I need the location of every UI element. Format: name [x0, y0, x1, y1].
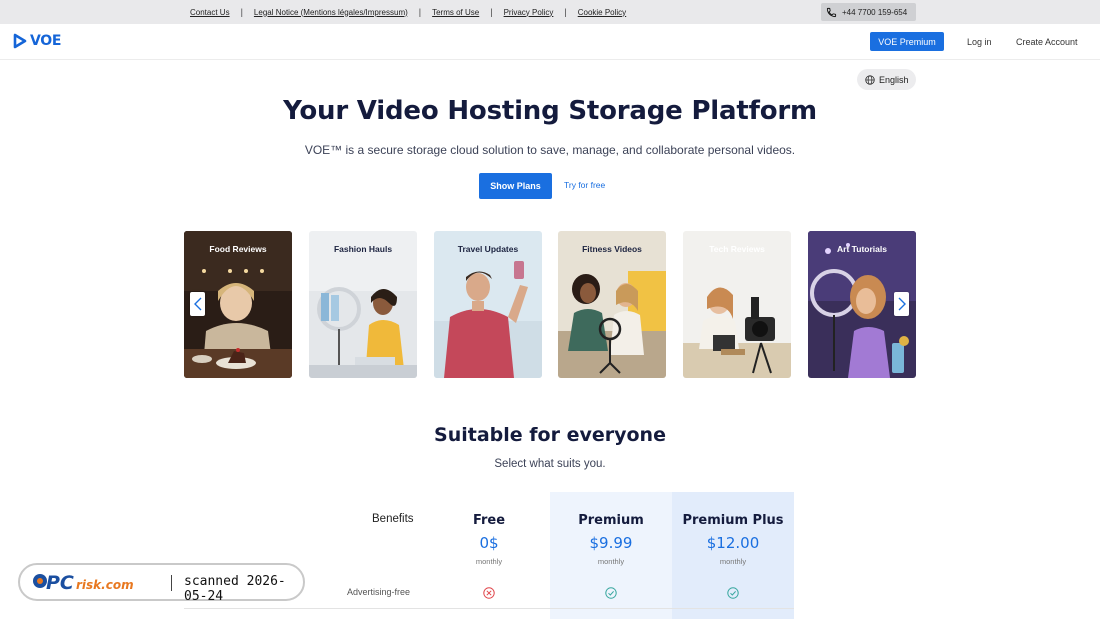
globe-icon	[865, 74, 875, 85]
login-link[interactable]: Log in	[967, 37, 992, 47]
card-label: Food Reviews	[209, 244, 267, 254]
legal-links: Contact Us | Legal Notice (Mentions léga…	[190, 0, 626, 24]
plan-column-premium[interactable]: Premium $9.99 monthly	[550, 492, 672, 619]
card-label: Fashion Hauls	[333, 244, 393, 254]
logo-text: VOE	[30, 33, 62, 49]
plan-price: $9.99	[589, 534, 633, 552]
cross-circle-icon	[483, 587, 495, 599]
plan-period: monthly	[719, 557, 747, 566]
plan-column-free[interactable]: Free 0$ monthly	[428, 492, 550, 619]
plan-price: $12.00	[706, 534, 760, 552]
cookie-policy-link[interactable]: Cookie Policy	[578, 8, 626, 17]
pricing-subtitle: Select what suits you.	[494, 458, 606, 470]
check-circle-icon	[605, 587, 617, 599]
hero-title: Your Video Hosting Storage Platform	[283, 96, 817, 126]
check-circle-icon	[727, 587, 739, 599]
benefits-header: Benefits	[372, 513, 414, 525]
carousel-card-tech-reviews[interactable]: Tech Reviews	[683, 231, 791, 378]
contact-us-link[interactable]: Contact Us	[190, 8, 230, 17]
site-header: VOE VOE Premium Log in Create Account	[0, 24, 1100, 60]
language-selector[interactable]: English	[857, 69, 916, 90]
watermark-divider	[171, 575, 172, 591]
legal-notice-link[interactable]: Legal Notice (Mentions légales/Impressum…	[254, 8, 408, 17]
svg-text:PC: PC	[46, 572, 74, 593]
plan-column-premium-plus[interactable]: Premium Plus $12.00 monthly	[672, 492, 794, 619]
card-label: Tech Reviews	[709, 244, 765, 254]
pcrisk-logo-mark: PC risk.com	[33, 572, 134, 593]
carousel-card-fitness-videos[interactable]: Fitness Videos	[558, 231, 666, 378]
try-for-free-link[interactable]: Try for free	[564, 180, 605, 190]
phone-number: +44 7700 159-654	[842, 7, 908, 17]
privacy-policy-link[interactable]: Privacy Policy	[504, 8, 554, 17]
pcrisk-watermark: PC risk.com scanned 2026-05-24	[18, 563, 305, 604]
voe-logo[interactable]: VOE	[13, 33, 61, 49]
link-separator: |	[240, 7, 243, 17]
card-label: Art Tutorials	[837, 244, 887, 254]
phone-icon	[826, 7, 837, 17]
carousel-prev-button[interactable]	[190, 292, 205, 316]
chevron-left-icon	[193, 297, 201, 311]
link-separator: |	[418, 7, 422, 17]
pricing-title: Suitable for everyone	[434, 424, 666, 446]
plan-price: 0$	[479, 534, 499, 552]
card-label: Travel Updates	[457, 244, 519, 254]
hero-subtitle: VOE™ is a secure storage cloud solution …	[304, 143, 796, 157]
carousel-card-travel-updates[interactable]: Travel Updates	[434, 231, 542, 378]
svg-text:risk.com: risk.com	[76, 578, 134, 592]
plan-period: monthly	[475, 557, 503, 566]
link-separator: |	[564, 7, 567, 17]
phone-contact[interactable]: +44 7700 159-654	[821, 3, 916, 21]
voe-premium-button[interactable]: VOE Premium	[870, 32, 944, 51]
scan-stamp: scanned 2026-05-24	[184, 574, 286, 604]
language-label: English	[879, 74, 909, 85]
create-account-link[interactable]: Create Account	[1016, 37, 1078, 47]
terms-of-use-link[interactable]: Terms of Use	[432, 8, 479, 17]
plan-name: Free	[472, 513, 506, 528]
chevron-right-icon	[898, 297, 906, 311]
top-utility-bar: Contact Us | Legal Notice (Mentions léga…	[0, 0, 1100, 24]
plan-name: Premium Plus	[682, 513, 784, 528]
card-label: Fitness Videos	[582, 244, 642, 254]
benefit-row-label: Advertising-free	[347, 587, 411, 597]
plan-period: monthly	[597, 557, 625, 566]
pcrisk-logo: PC risk.com	[32, 571, 156, 593]
link-separator: |	[490, 7, 493, 17]
plan-name: Premium	[578, 513, 644, 528]
play-logo-icon	[13, 33, 27, 49]
carousel-next-button[interactable]	[894, 292, 909, 316]
show-plans-button[interactable]: Show Plans	[479, 173, 552, 199]
row-divider	[184, 608, 794, 609]
carousel-card-fashion-hauls[interactable]: Fashion Hauls	[309, 231, 417, 378]
